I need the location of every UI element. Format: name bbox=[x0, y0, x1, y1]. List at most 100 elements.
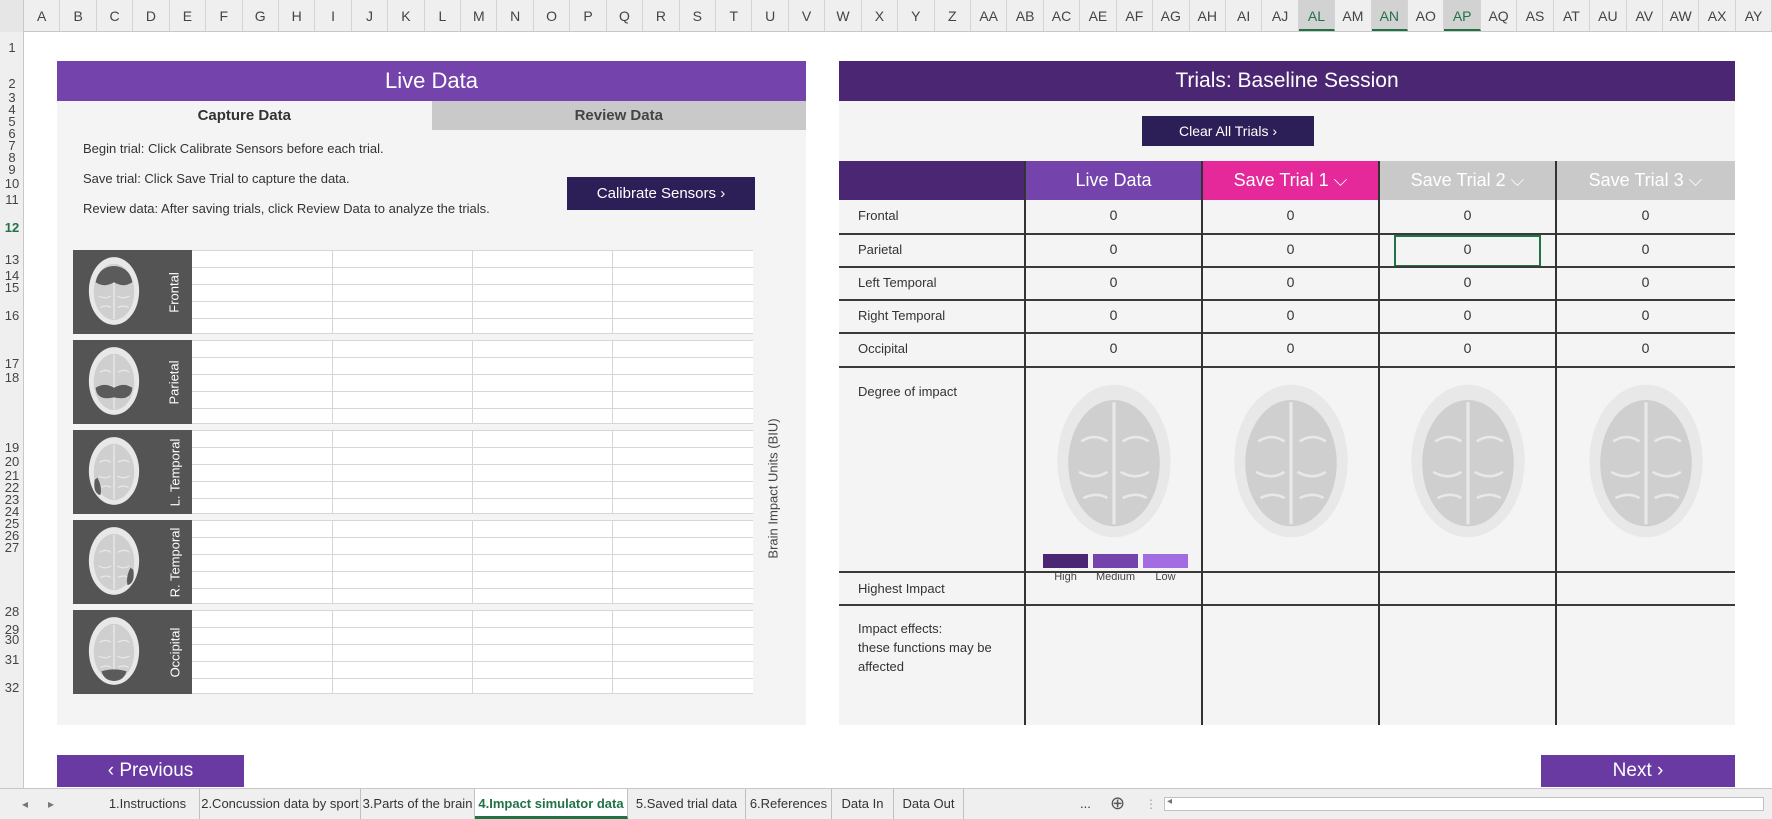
column-header-cell[interactable]: AB bbox=[1007, 0, 1044, 31]
trial-value-cell[interactable]: 0 bbox=[1202, 274, 1379, 290]
next-button[interactable]: Next › bbox=[1541, 755, 1735, 787]
sheet-tab[interactable]: 4.Impact simulator data bbox=[475, 789, 628, 819]
trial-value-cell[interactable]: 0 bbox=[1202, 207, 1379, 223]
column-header-cell[interactable]: X bbox=[862, 0, 899, 31]
clear-all-trials-button[interactable]: Clear All Trials › bbox=[1142, 116, 1314, 146]
sheet-tab[interactable]: 2.Concussion data by sport bbox=[200, 789, 361, 819]
column-header-cell[interactable]: T bbox=[716, 0, 753, 31]
sheet-tab[interactable]: 5.Saved trial data bbox=[628, 789, 746, 819]
column-header-cell[interactable]: V bbox=[789, 0, 826, 31]
selected-cell-outline[interactable] bbox=[1394, 235, 1541, 267]
sheet-tab[interactable]: 3.Parts of the brain bbox=[361, 789, 475, 819]
trial-value-cell[interactable]: 0 bbox=[1556, 307, 1735, 323]
column-header-cell[interactable]: L bbox=[425, 0, 462, 31]
add-sheet-icon[interactable]: ⊕ bbox=[1110, 788, 1125, 818]
column-header-cell[interactable]: S bbox=[680, 0, 717, 31]
column-header-cell[interactable]: H bbox=[279, 0, 316, 31]
column-header-cell[interactable]: AN bbox=[1371, 0, 1409, 31]
trial-value-cell[interactable]: 0 bbox=[1556, 274, 1735, 290]
column-header-cell[interactable]: AT bbox=[1554, 0, 1591, 31]
column-header-cell[interactable]: J bbox=[352, 0, 389, 31]
column-header-cell[interactable]: AP bbox=[1444, 0, 1481, 31]
sheet-tab[interactable]: 6.References bbox=[746, 789, 832, 819]
column-header-cell[interactable]: AV bbox=[1627, 0, 1663, 31]
column-header-cell[interactable]: AF bbox=[1117, 0, 1154, 31]
trial-value-cell[interactable]: 0 bbox=[1556, 340, 1735, 356]
column-header-cell[interactable]: N bbox=[497, 0, 534, 31]
row-header-cell[interactable]: 17 bbox=[0, 356, 24, 371]
row-header-cell[interactable]: 20 bbox=[0, 454, 24, 469]
column-header-cell[interactable]: AQ bbox=[1481, 0, 1518, 31]
row-header-cell[interactable]: 32 bbox=[0, 680, 24, 695]
trial-value-cell[interactable]: 0 bbox=[1202, 307, 1379, 323]
column-header-cell[interactable]: K bbox=[388, 0, 425, 31]
select-all-corner[interactable] bbox=[0, 0, 24, 32]
column-header-cell[interactable]: D bbox=[133, 0, 170, 31]
row-header-cell[interactable]: 18 bbox=[0, 370, 24, 385]
row-header-cell[interactable]: 30 bbox=[0, 632, 24, 647]
row-header-cell[interactable]: 12 bbox=[0, 220, 24, 235]
scroll-left-arrow-icon[interactable]: ◂ bbox=[1167, 796, 1172, 807]
tab-review-data[interactable]: Review Data bbox=[431, 101, 806, 130]
column-header-cell[interactable]: AM bbox=[1335, 0, 1372, 31]
sheet-tab[interactable]: Data Out bbox=[894, 789, 964, 819]
trial-value-cell[interactable]: 0 bbox=[1556, 207, 1735, 223]
calibrate-sensors-button[interactable]: Calibrate Sensors › bbox=[567, 177, 755, 210]
column-header-cell[interactable]: I bbox=[315, 0, 352, 31]
save-trial-2-dropdown[interactable]: Save Trial 2 ⌵ bbox=[1379, 161, 1556, 200]
row-header-cell[interactable]: 28 bbox=[0, 604, 24, 619]
row-header-cell[interactable]: 11 bbox=[0, 192, 24, 207]
column-header-cell[interactable]: AL bbox=[1298, 0, 1336, 31]
tab-capture-data[interactable]: Capture Data bbox=[57, 101, 432, 130]
trial-value-cell[interactable]: 0 bbox=[1025, 241, 1202, 257]
column-header-cell[interactable]: AO bbox=[1408, 0, 1445, 31]
column-header-cell[interactable]: Y bbox=[898, 0, 935, 31]
column-header-cell[interactable]: E bbox=[170, 0, 207, 31]
trial-value-cell[interactable]: 0 bbox=[1025, 307, 1202, 323]
tab-scroll-left-icon[interactable]: ◂ bbox=[22, 789, 28, 819]
row-header-cell[interactable]: 15 bbox=[0, 280, 24, 295]
column-header-cell[interactable]: AI bbox=[1226, 0, 1263, 31]
row-header-cell[interactable]: 16 bbox=[0, 308, 24, 323]
column-header-cell[interactable]: AC bbox=[1044, 0, 1081, 31]
column-header-cell[interactable]: AY bbox=[1736, 0, 1772, 31]
trial-value-cell[interactable]: 0 bbox=[1379, 340, 1556, 356]
trial-value-cell[interactable]: 0 bbox=[1556, 241, 1735, 257]
column-header-cell[interactable]: Q bbox=[607, 0, 644, 31]
row-header-cell[interactable]: 13 bbox=[0, 252, 24, 267]
column-header-cell[interactable]: AE bbox=[1080, 0, 1117, 31]
column-header-cell[interactable]: G bbox=[243, 0, 279, 31]
row-header-cell[interactable]: 31 bbox=[0, 652, 24, 667]
column-header-cell[interactable]: F bbox=[206, 0, 243, 31]
column-header-cell[interactable]: AA bbox=[971, 0, 1008, 31]
previous-button[interactable]: ‹ Previous bbox=[57, 755, 244, 787]
column-header-cell[interactable]: AG bbox=[1153, 0, 1190, 31]
column-header-cell[interactable]: AJ bbox=[1262, 0, 1299, 31]
column-header-cell[interactable]: M bbox=[461, 0, 498, 31]
trial-value-cell[interactable]: 0 bbox=[1025, 274, 1202, 290]
row-header-cell[interactable]: 1 bbox=[0, 40, 24, 55]
trial-value-cell[interactable]: 0 bbox=[1025, 340, 1202, 356]
column-header-cell[interactable]: AH bbox=[1190, 0, 1226, 31]
trial-value-cell[interactable]: 0 bbox=[1025, 207, 1202, 223]
column-header-cell[interactable]: R bbox=[643, 0, 680, 31]
column-header-cell[interactable]: C bbox=[97, 0, 134, 31]
more-tabs-ellipsis[interactable]: ... bbox=[1080, 789, 1091, 819]
trial-value-cell[interactable]: 0 bbox=[1379, 307, 1556, 323]
row-header-cell[interactable]: 2 bbox=[0, 76, 24, 91]
tab-split-handle-icon[interactable]: ⋮ bbox=[1145, 789, 1157, 819]
column-header-cell[interactable]: U bbox=[752, 0, 789, 31]
column-header-cell[interactable]: AS bbox=[1517, 0, 1554, 31]
trial-value-cell[interactable]: 0 bbox=[1379, 207, 1556, 223]
tab-scroll-right-icon[interactable]: ▸ bbox=[48, 789, 54, 819]
save-trial-1-dropdown[interactable]: Save Trial 1 ⌵ bbox=[1202, 161, 1379, 200]
trial-value-cell[interactable]: 0 bbox=[1202, 241, 1379, 257]
column-header-cell[interactable]: W bbox=[825, 0, 862, 31]
column-header-cell[interactable]: A bbox=[24, 0, 61, 31]
sheet-tab[interactable]: 1.Instructions bbox=[96, 789, 200, 819]
column-header-cell[interactable]: O bbox=[534, 0, 571, 31]
column-header-cell[interactable]: AX bbox=[1699, 0, 1736, 31]
trial-value-cell[interactable]: 0 bbox=[1379, 274, 1556, 290]
row-header-cell[interactable]: 9 bbox=[0, 162, 24, 177]
row-header-cell[interactable]: 19 bbox=[0, 440, 24, 455]
